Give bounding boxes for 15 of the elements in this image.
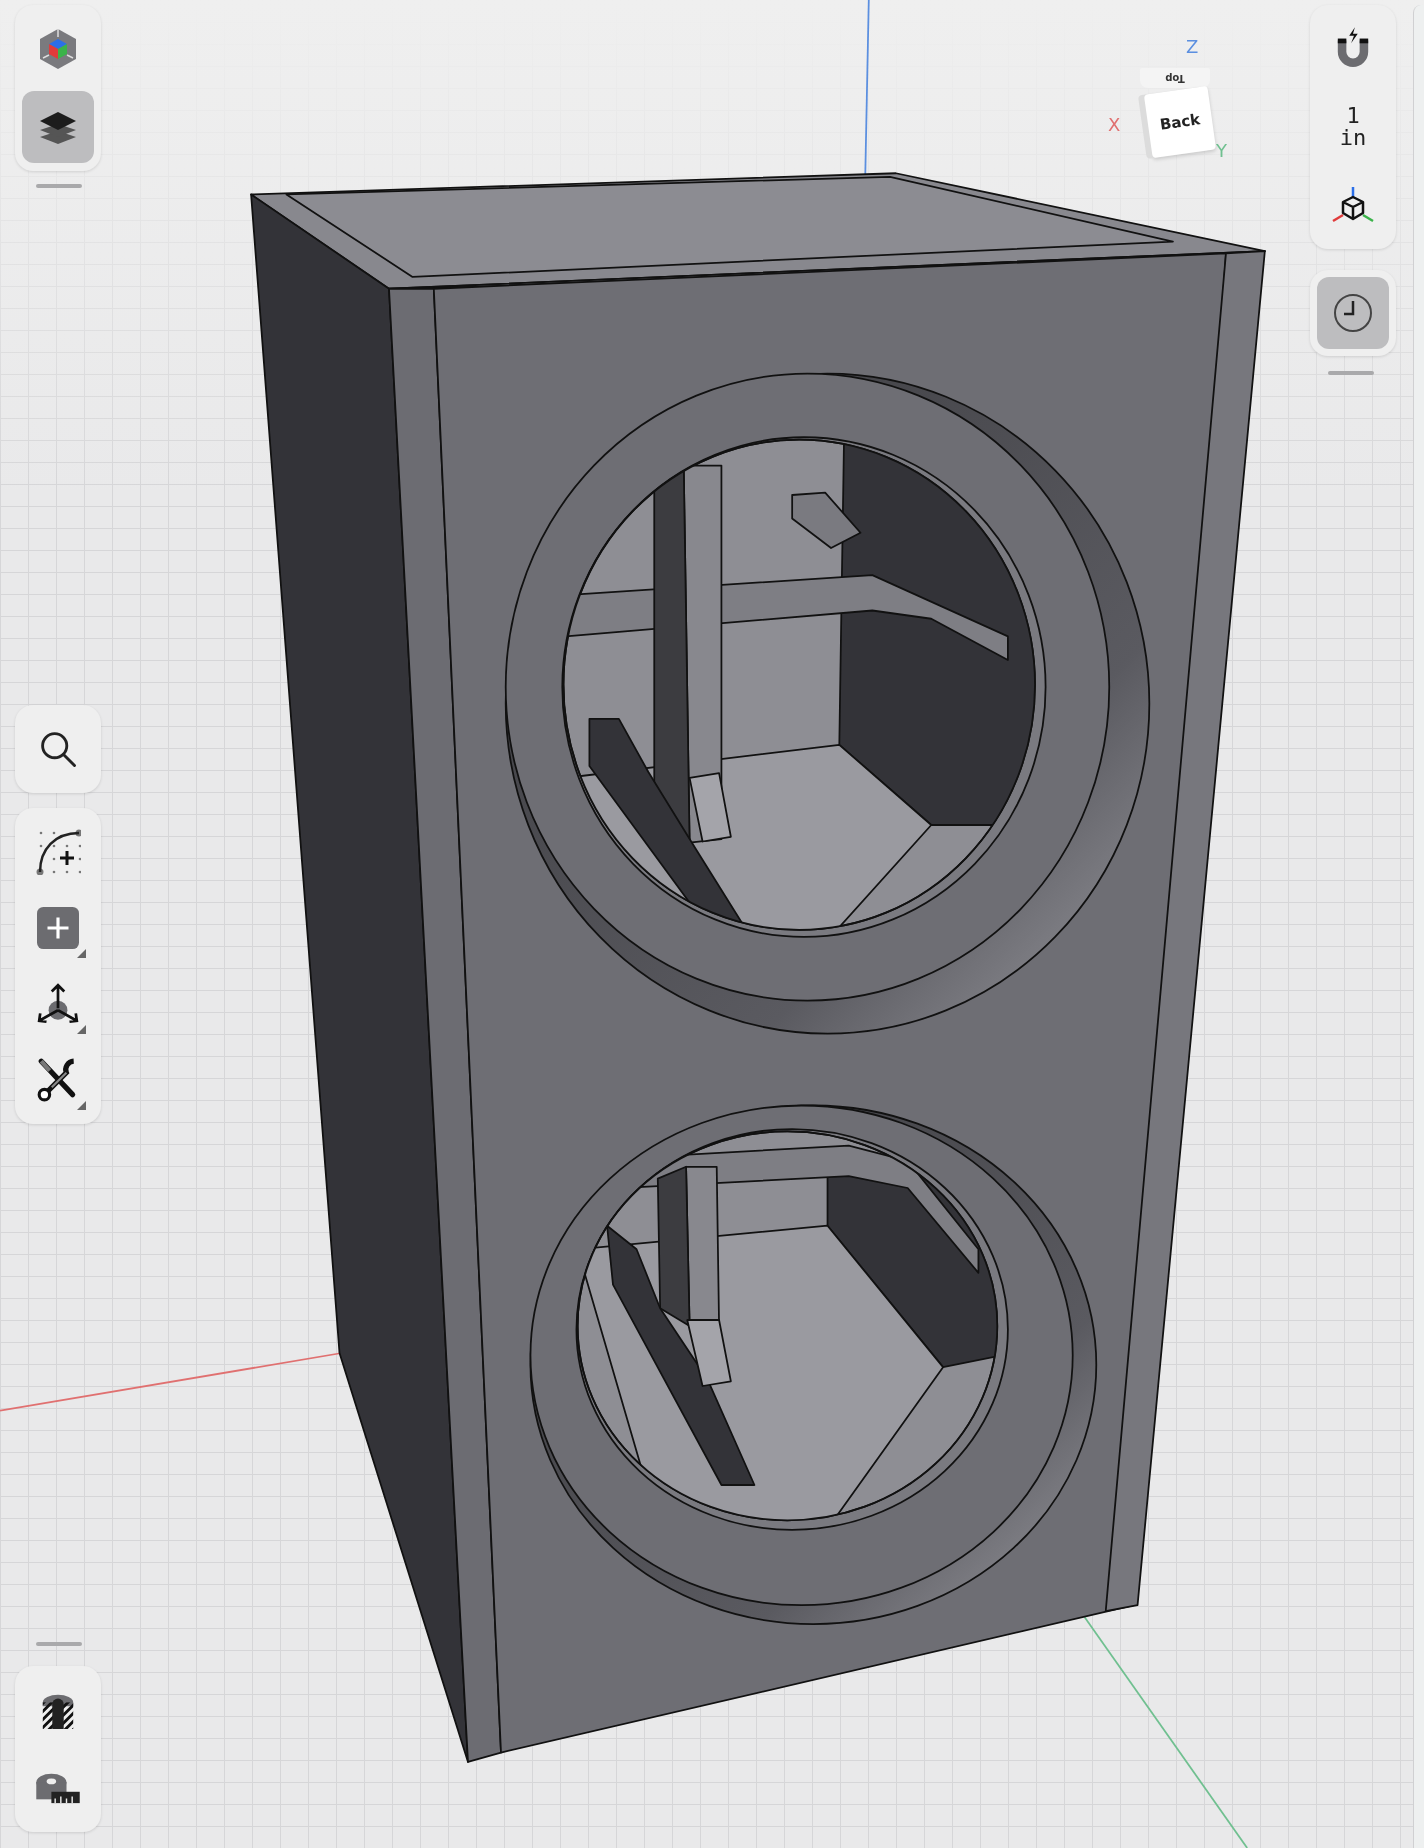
axis-label: X: [1108, 116, 1121, 134]
axes-cube-icon: [1331, 185, 1375, 225]
sketch-icon: [35, 829, 81, 875]
drag-handle[interactable]: [36, 184, 82, 188]
add-icon: [37, 907, 79, 949]
drag-handle[interactable]: [1328, 371, 1374, 375]
units-button[interactable]: 1 in: [1317, 91, 1389, 163]
tape-measure-icon: [34, 1771, 82, 1805]
axis-label: Y: [1216, 142, 1227, 160]
clock-icon: [1333, 293, 1373, 333]
axis-label: Z: [1186, 38, 1199, 56]
layers-button[interactable]: [22, 91, 94, 163]
history-button[interactable]: [1317, 277, 1389, 349]
app-logo-icon: [38, 27, 78, 71]
drag-handle[interactable]: [36, 1642, 82, 1646]
